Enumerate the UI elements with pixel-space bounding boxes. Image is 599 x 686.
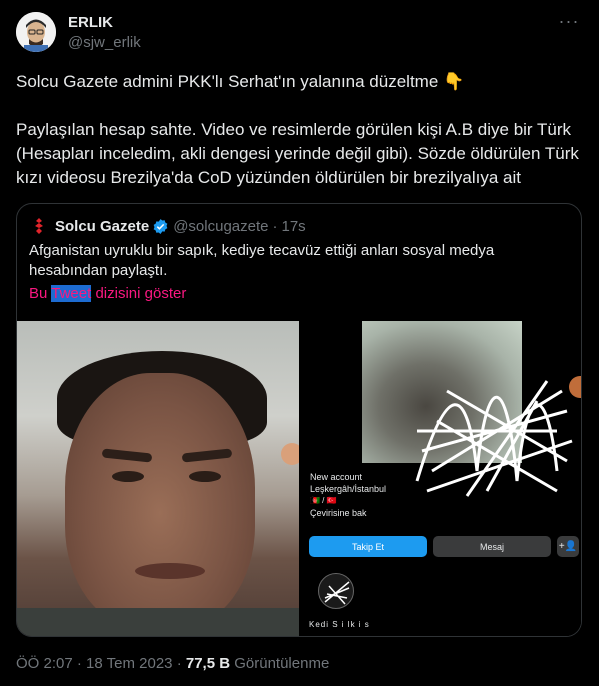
show-thread-prefix: Bu [29,285,52,302]
show-thread-selected: Tweet [51,285,92,302]
profile-line-2: Leşkergâh/İstanbul [310,484,387,494]
tweet-line-1: Solcu Gazete admini PKK'lı Serhat'ın yal… [16,72,465,91]
separator-dot: · [76,655,82,672]
red-logo-icon [29,216,49,236]
profile-flags: 🇦🇫 / 🇹🇷 [310,496,337,505]
media-image-left[interactable] [17,321,299,636]
views-label: Görüntülenme [234,655,330,672]
author-name[interactable]: ERLIK [68,14,113,31]
quoted-media[interactable]: New account Leşkergâh/İstanbul 🇦🇫 / 🇹🇷 Ç… [17,321,581,636]
add-person-icon: +👤 [557,536,579,557]
author-handle[interactable]: @sjw_erlik [68,34,141,51]
quoted-tweet-text: Afganistan uyruklu bir sapık, kediye tec… [29,242,495,279]
follow-button: Takip Et [309,536,427,557]
tweet-meta: ÖÖ 2:07 · 18 Tem 2023 · 77,5 B Görüntüle… [16,655,329,672]
media-image-right[interactable]: New account Leşkergâh/İstanbul 🇦🇫 / 🇹🇷 Ç… [307,321,581,636]
profile-line-4: Çevirisine bak [310,508,367,518]
play-overlay-icon [281,443,299,465]
profile-buttons: Takip Et Mesaj +👤 [309,536,579,557]
quoted-tweet[interactable]: Solcu Gazete @solcugazete · 17s Afganist… [16,203,582,637]
quoted-author-handle[interactable]: @solcugazete [173,218,268,235]
show-thread-suffix: dizisini göster [91,285,187,302]
tweet-date[interactable]: 18 Tem 2023 [86,655,172,672]
profile-info: New account Leşkergâh/İstanbul 🇦🇫 / 🇹🇷 Ç… [310,471,575,519]
separator-dot: · [272,217,278,235]
show-thread-link[interactable]: Bu Tweet dizisini göster [29,285,186,302]
author-avatar[interactable] [16,12,56,52]
more-dots-icon[interactable]: ··· [557,12,581,36]
tweet-paragraph-2: Paylaşılan hesap sahte. Video ve resimle… [16,120,579,187]
view-count: 77,5 B [185,655,231,672]
quoted-tweet-time[interactable]: 17s [281,218,305,235]
quoted-author-name[interactable]: Solcu Gazete [55,218,149,235]
story-highlight [318,573,354,609]
story-label: Kedi S i lk i s [309,620,370,629]
profile-line-1: New account [310,472,363,482]
quoted-tweet-header: Solcu Gazete @solcugazete · 17s [29,216,306,236]
verified-badge-icon [152,218,169,235]
separator-dot: · [176,655,182,672]
tweet-text: Solcu Gazete admini PKK'lı Serhat'ın yal… [16,70,586,190]
tweet-time[interactable]: ÖÖ 2:07 [16,655,73,672]
message-button: Mesaj [433,536,551,557]
cartoon-avatar-icon [16,12,56,52]
